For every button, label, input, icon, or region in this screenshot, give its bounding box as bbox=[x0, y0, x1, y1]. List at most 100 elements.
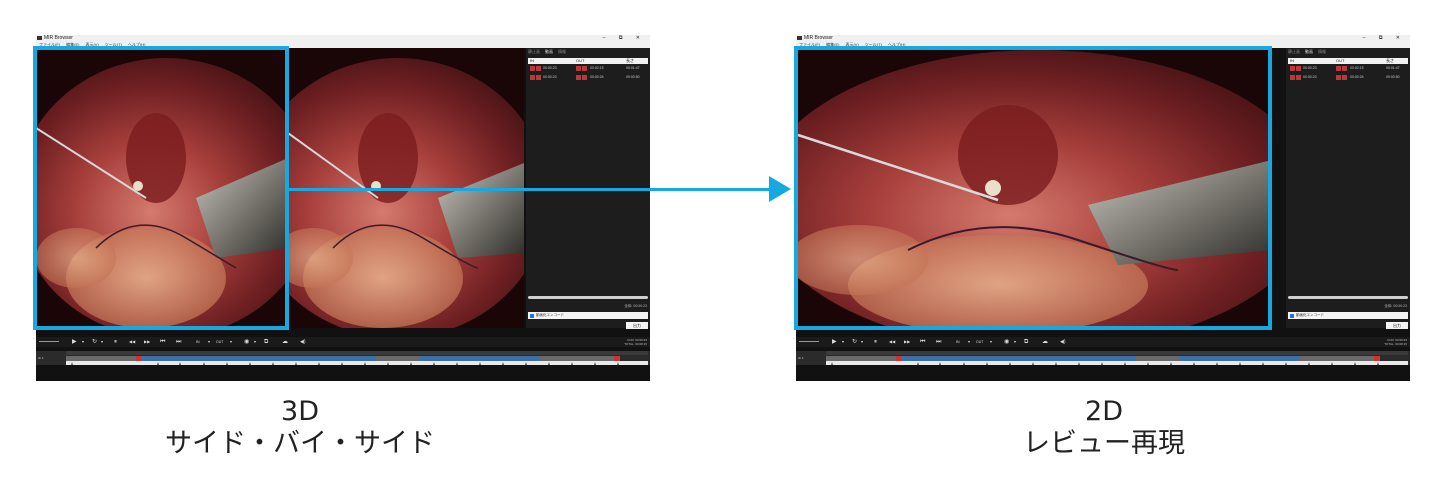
keyframe-marker[interactable] bbox=[963, 361, 965, 365]
play-menu-icon[interactable]: ▾ bbox=[842, 338, 844, 346]
menu-view[interactable]: 表示(V) bbox=[85, 42, 98, 47]
output-button[interactable]: 出力 bbox=[626, 322, 648, 329]
keyframe-marker[interactable] bbox=[1262, 361, 1264, 365]
loop-menu-icon[interactable]: ▾ bbox=[101, 338, 103, 346]
rewind-icon[interactable]: ◀◀ bbox=[129, 338, 135, 346]
clip-row[interactable]: 00:00:23 00:02:15 00:01:47 bbox=[528, 64, 648, 73]
keyframe-marker[interactable] bbox=[1285, 361, 1287, 365]
window-controls[interactable]: – ⧉ ✕ bbox=[1363, 35, 1406, 42]
menu-help[interactable]: ヘルプ(H) bbox=[128, 42, 146, 47]
loop-icon[interactable]: ↻ bbox=[92, 338, 97, 346]
menu-file[interactable]: ファイル(F) bbox=[799, 42, 820, 47]
sidebar-slider[interactable] bbox=[528, 296, 648, 299]
out-point-icon[interactable]: OUT bbox=[216, 338, 223, 346]
in-point-icon[interactable]: IN bbox=[956, 338, 960, 346]
skip-forward-icon[interactable]: ⏭ bbox=[936, 338, 941, 346]
tab-stills[interactable]: 静止画 bbox=[528, 49, 540, 54]
keyframe-marker[interactable] bbox=[71, 361, 73, 365]
keyframe-marker[interactable] bbox=[594, 361, 596, 365]
menu-view[interactable]: 表示(V) bbox=[845, 42, 858, 47]
keyframe-marker[interactable] bbox=[831, 361, 833, 365]
tab-video[interactable]: 動画 bbox=[1305, 49, 1313, 54]
video-left-eye[interactable] bbox=[36, 48, 288, 328]
play-icon[interactable]: ▶ bbox=[72, 338, 77, 346]
fast-forward-icon[interactable]: ▶▶ bbox=[144, 338, 150, 346]
keyframe-marker[interactable] bbox=[1193, 361, 1195, 365]
volume-slider[interactable] bbox=[799, 341, 819, 342]
clip-row[interactable]: 00:00:23 00:00:24 00:00:50 bbox=[1288, 73, 1408, 82]
clip-row[interactable]: 00:00:23 00:00:24 00:00:50 bbox=[528, 73, 648, 82]
loop-menu-icon[interactable]: ▾ bbox=[861, 338, 863, 346]
keyframe-marker[interactable] bbox=[1377, 361, 1379, 365]
play-menu-icon[interactable]: ▾ bbox=[82, 338, 84, 346]
keyframe-marker[interactable] bbox=[456, 361, 458, 365]
cloud-icon[interactable]: ☁ bbox=[1042, 338, 1048, 346]
keyframe-marker[interactable] bbox=[1216, 361, 1218, 365]
keyframe-marker[interactable] bbox=[1101, 361, 1103, 365]
rewind-icon[interactable]: ◀◀ bbox=[889, 338, 895, 346]
skip-back-icon[interactable]: ⏮ bbox=[920, 338, 925, 346]
keyframe-marker[interactable] bbox=[226, 361, 228, 365]
keyframe-marker[interactable] bbox=[986, 361, 988, 365]
keyframe-marker[interactable] bbox=[1124, 361, 1126, 365]
out-point-icon[interactable]: OUT bbox=[976, 338, 983, 346]
in-menu-icon[interactable]: ▾ bbox=[968, 338, 970, 346]
keyframe-marker[interactable] bbox=[1078, 361, 1080, 365]
layout-icon[interactable]: ⧉ bbox=[1024, 338, 1028, 346]
keyframe-marker[interactable] bbox=[1032, 361, 1034, 365]
menu-tools[interactable]: ツール(T) bbox=[865, 42, 882, 47]
keyframe-marker[interactable] bbox=[502, 361, 504, 365]
timeline[interactable]: ch 1 bbox=[796, 351, 1410, 365]
camera-icon[interactable]: ◉ bbox=[244, 338, 249, 346]
keyframe-marker[interactable] bbox=[387, 361, 389, 365]
keyframe-marker[interactable] bbox=[1354, 361, 1356, 365]
keyframe-marker[interactable] bbox=[479, 361, 481, 365]
keyframe-marker[interactable] bbox=[433, 361, 435, 365]
keyframe-marker[interactable] bbox=[1239, 361, 1241, 365]
keyframe-marker[interactable] bbox=[1308, 361, 1310, 365]
camera-menu-icon[interactable]: ▾ bbox=[254, 338, 256, 346]
keyframe-marker[interactable] bbox=[272, 361, 274, 365]
pause-icon[interactable]: ⏸ bbox=[874, 338, 877, 346]
keyframe-marker[interactable] bbox=[917, 361, 919, 365]
keyframe-marker[interactable] bbox=[157, 361, 159, 365]
play-icon[interactable]: ▶ bbox=[832, 338, 837, 346]
keyframe-marker[interactable] bbox=[548, 361, 550, 365]
speaker-icon[interactable]: ◀) bbox=[300, 338, 306, 346]
tab-info[interactable]: 情報 bbox=[558, 49, 566, 54]
volume-slider[interactable] bbox=[39, 341, 59, 342]
keyframe-marker[interactable] bbox=[364, 361, 366, 365]
menu-help[interactable]: ヘルプ(H) bbox=[888, 42, 906, 47]
layout-icon[interactable]: ⧉ bbox=[264, 338, 268, 346]
output-button[interactable]: 出力 bbox=[1386, 322, 1408, 329]
keyframe-marker[interactable] bbox=[1170, 361, 1172, 365]
keyframe-marker[interactable] bbox=[249, 361, 251, 365]
keyframe-marker[interactable] bbox=[410, 361, 412, 365]
keyframe-marker[interactable] bbox=[1147, 361, 1149, 365]
keyframe-marker[interactable] bbox=[179, 361, 181, 365]
timeline[interactable]: ch 1 bbox=[36, 351, 650, 365]
encode-button[interactable]: 動画化エンコード bbox=[528, 312, 648, 319]
loop-icon[interactable]: ↻ bbox=[852, 338, 857, 346]
keyframe-marker[interactable] bbox=[341, 361, 343, 365]
menu-tools[interactable]: ツール(T) bbox=[105, 42, 122, 47]
skip-back-icon[interactable]: ⏮ bbox=[160, 338, 165, 346]
keyframe-marker[interactable] bbox=[203, 361, 205, 365]
tab-video[interactable]: 動画 bbox=[545, 49, 553, 54]
speaker-icon[interactable]: ◀) bbox=[1060, 338, 1066, 346]
in-menu-icon[interactable]: ▾ bbox=[208, 338, 210, 346]
menu-edit[interactable]: 編集(E) bbox=[66, 42, 79, 47]
keyframe-marker[interactable] bbox=[525, 361, 527, 365]
fast-forward-icon[interactable]: ▶▶ bbox=[904, 338, 910, 346]
skip-forward-icon[interactable]: ⏭ bbox=[176, 338, 181, 346]
out-menu-icon[interactable]: ▾ bbox=[990, 338, 992, 346]
keyframe-marker[interactable] bbox=[318, 361, 320, 365]
sidebar-slider[interactable] bbox=[1288, 296, 1408, 299]
menu-edit[interactable]: 編集(E) bbox=[826, 42, 839, 47]
out-menu-icon[interactable]: ▾ bbox=[230, 338, 232, 346]
video-2d[interactable] bbox=[798, 50, 1272, 326]
tab-stills[interactable]: 静止画 bbox=[1288, 49, 1300, 54]
camera-icon[interactable]: ◉ bbox=[1004, 338, 1009, 346]
camera-menu-icon[interactable]: ▾ bbox=[1014, 338, 1016, 346]
keyframe-marker[interactable] bbox=[571, 361, 573, 365]
